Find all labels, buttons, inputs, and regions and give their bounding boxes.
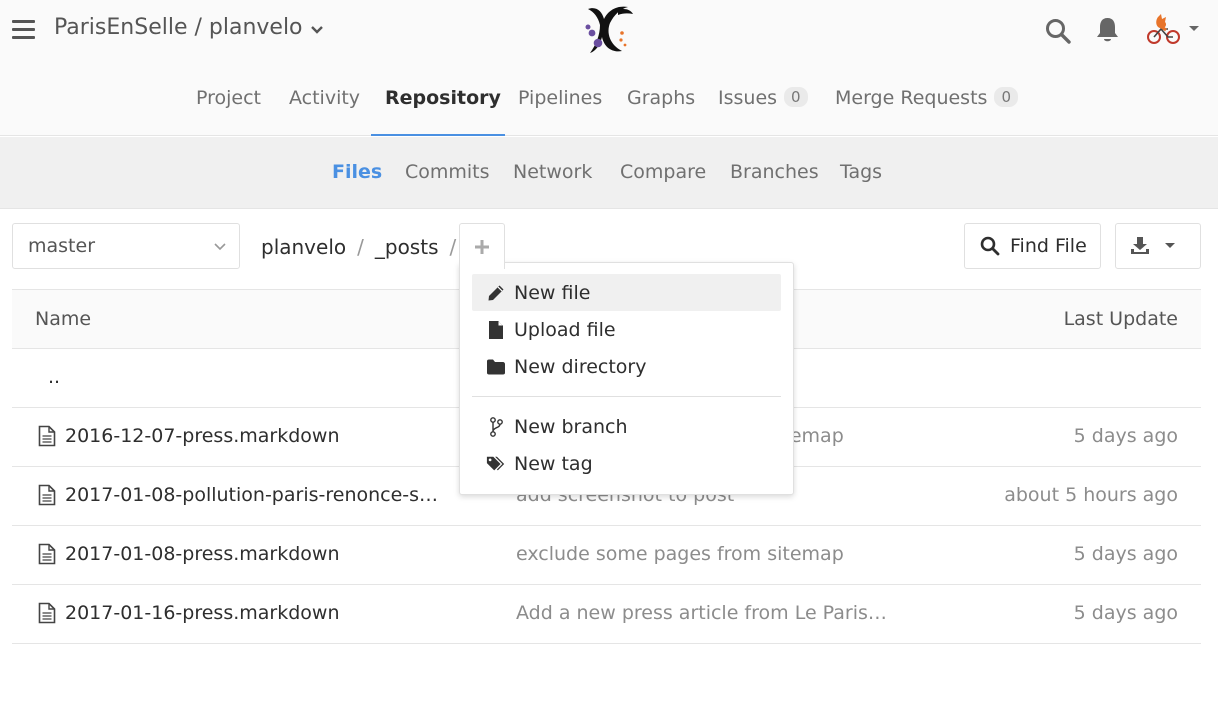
- branch-select-value: master: [28, 235, 96, 257]
- file-name: 2016-12-07-press.markdown: [65, 425, 340, 447]
- tab-activity[interactable]: Activity: [289, 64, 360, 136]
- tags-icon: [486, 456, 505, 470]
- branch-select[interactable]: master: [12, 223, 240, 269]
- download-button[interactable]: [1115, 223, 1201, 269]
- subtab-branches[interactable]: Branches: [730, 161, 819, 183]
- file-name: 2017-01-08-pollution-paris-renonce-s…: [65, 484, 439, 506]
- tab-graphs[interactable]: Graphs: [627, 64, 695, 136]
- search-icon: [980, 236, 1000, 256]
- folder-icon: [487, 359, 505, 374]
- tab-repository[interactable]: Repository: [371, 64, 505, 136]
- last-update: 5 days ago: [1073, 543, 1178, 565]
- file-text-icon: [38, 425, 56, 447]
- breadcrumb-separator: /: [449, 235, 457, 259]
- find-file-label: Find File: [1010, 235, 1087, 257]
- plus-icon: [475, 239, 489, 254]
- chevron-down-icon: [310, 25, 323, 34]
- project-path: ParisEnSelle / planvelo: [54, 15, 303, 40]
- chevron-down-icon: [214, 243, 226, 251]
- subtab-compare[interactable]: Compare: [620, 161, 706, 183]
- table-row: 2017-01-16-press.markdown Add a new pres…: [12, 585, 1201, 644]
- menu-item-new-branch[interactable]: New branch: [472, 408, 781, 445]
- file-link[interactable]: 2017-01-08-press.markdown: [38, 543, 340, 565]
- issues-count-badge: 0: [784, 87, 808, 107]
- branch-icon: [490, 416, 503, 437]
- column-header-name: Name: [35, 308, 92, 330]
- menu-item-new-file[interactable]: New file: [472, 274, 781, 311]
- file-icon: [489, 320, 503, 339]
- tab-issues[interactable]: Issues 0: [718, 64, 808, 136]
- add-to-tree-button[interactable]: [459, 223, 505, 269]
- file-name: 2017-01-08-press.markdown: [65, 543, 340, 565]
- tab-pipelines[interactable]: Pipelines: [518, 64, 602, 136]
- menu-item-new-tag[interactable]: New tag: [472, 445, 781, 482]
- merge-requests-count-badge: 0: [994, 87, 1018, 107]
- last-update: 5 days ago: [1073, 602, 1178, 624]
- bell-icon[interactable]: [1095, 16, 1120, 44]
- subtab-files[interactable]: Files: [332, 161, 382, 183]
- project-title[interactable]: ParisEnSelle / planvelo: [54, 15, 323, 40]
- breadcrumb-separator: /: [357, 235, 364, 259]
- top-header: ParisEnSelle / planvelo Project Activity…: [0, 0, 1218, 136]
- chevron-down-icon: [1165, 243, 1175, 248]
- menu-divider: [472, 396, 781, 397]
- logo-icon[interactable]: [578, 3, 636, 57]
- last-update: about 5 hours ago: [1004, 484, 1178, 506]
- avatar: [1147, 14, 1180, 44]
- file-link[interactable]: 2017-01-16-press.markdown: [38, 602, 340, 624]
- breadcrumb: planvelo / _posts /: [261, 235, 467, 259]
- menu-item-upload-file[interactable]: Upload file: [472, 311, 781, 348]
- file-link[interactable]: 2016-12-07-press.markdown: [38, 425, 340, 447]
- breadcrumb-posts[interactable]: _posts: [375, 235, 439, 259]
- file-text-icon: [38, 543, 56, 565]
- column-header-last-update: Last Update: [1063, 308, 1178, 330]
- subtab-network[interactable]: Network: [513, 161, 592, 183]
- file-text-icon: [38, 602, 56, 624]
- breadcrumb-planvelo[interactable]: planvelo: [261, 235, 346, 259]
- download-icon: [1131, 237, 1149, 254]
- file-name: 2017-01-16-press.markdown: [65, 602, 340, 624]
- last-update: 5 days ago: [1073, 425, 1178, 447]
- table-row: 2017-01-08-press.markdown exclude some p…: [12, 526, 1201, 585]
- find-file-button[interactable]: Find File: [964, 223, 1101, 269]
- search-icon[interactable]: [1045, 18, 1071, 44]
- subtab-tags[interactable]: Tags: [840, 161, 882, 183]
- parent-directory-link[interactable]: ..: [48, 366, 60, 388]
- add-to-tree-dropdown: New file Upload file New directory New b…: [459, 262, 794, 495]
- file-link[interactable]: 2017-01-08-pollution-paris-renonce-s…: [38, 484, 438, 506]
- commit-message[interactable]: Add a new press article from Le Paris…: [516, 602, 887, 624]
- chevron-down-icon: [1189, 26, 1199, 31]
- user-menu[interactable]: [1146, 13, 1200, 45]
- menu-icon[interactable]: [12, 20, 35, 42]
- repository-subnav: Files Commits Network Compare Branches T…: [0, 137, 1218, 209]
- menu-item-new-directory[interactable]: New directory: [472, 348, 781, 385]
- tab-project[interactable]: Project: [196, 64, 261, 136]
- pencil-icon: [488, 285, 504, 300]
- project-nav: Project Activity Repository Pipelines Gr…: [0, 64, 1218, 136]
- tab-merge-requests[interactable]: Merge Requests 0: [835, 64, 1018, 136]
- commit-message[interactable]: exclude some pages from sitemap: [516, 543, 844, 565]
- file-text-icon: [38, 484, 56, 506]
- subtab-commits[interactable]: Commits: [405, 161, 490, 183]
